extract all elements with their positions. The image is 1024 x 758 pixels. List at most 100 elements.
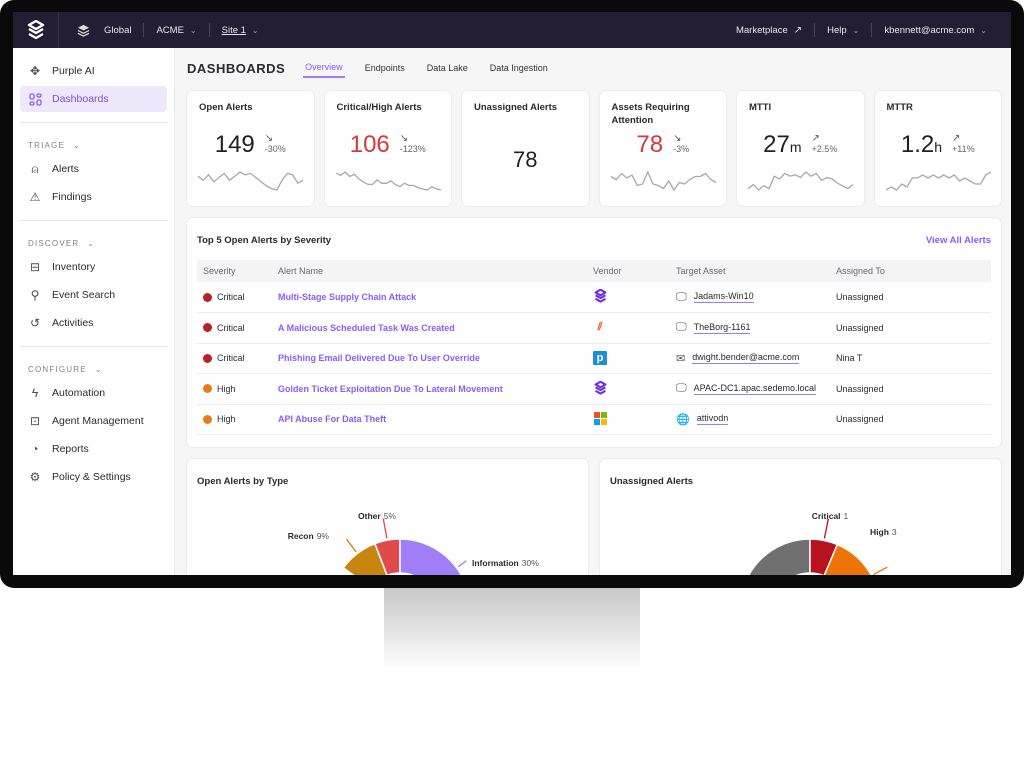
kpi-value-row: 27m ↗ +2.5% xyxy=(749,131,852,159)
help-menu[interactable]: Help ⌄ xyxy=(815,25,871,36)
assigned-to-cell: Unassigned xyxy=(830,404,991,435)
alert-name-link[interactable]: API Abuse For Data Theft xyxy=(278,414,386,424)
kpi-card[interactable]: MTTR 1.2h ↗ +11% xyxy=(874,91,1001,206)
chevron-down-icon: ⌄ xyxy=(189,25,197,35)
column-header[interactable]: Vendor xyxy=(587,260,670,282)
arrow-down-right-icon: ↘ xyxy=(399,133,409,144)
app-logo[interactable] xyxy=(13,12,59,48)
account-selector[interactable]: ACME ⌄ xyxy=(144,25,208,36)
asset: 🌐 attivodn xyxy=(676,413,824,426)
chevron-down-icon: ⌄ xyxy=(94,365,103,374)
alert-name-link[interactable]: A Malicious Scheduled Task Was Created xyxy=(278,323,455,333)
main-content: DASHBOARDS Overview Endpoints Data Lake … xyxy=(187,48,1001,575)
section-discover[interactable]: DISCOVER ⌄ xyxy=(20,231,167,254)
alert-name-link[interactable]: Multi-Stage Supply Chain Attack xyxy=(278,292,416,302)
asset: 🖵 TheBorg-1161 xyxy=(676,321,824,334)
sidebar: ✥ Purple AI Dashboards TRIAGE ⌄ ⍝ Alerts ⚠… xyxy=(13,48,175,575)
kpi-card[interactable]: MTTI 27m ↗ +2.5% xyxy=(737,91,864,206)
sparkline-path xyxy=(747,171,854,191)
sidebar-item-purple-ai[interactable]: ✥ Purple AI xyxy=(20,58,167,84)
asset: 🖵 APAC-DC1.apac.sedemo.local xyxy=(676,382,824,395)
tab-data-ingestion[interactable]: Data Ingestion xyxy=(488,59,550,77)
slice-label-value: 30% xyxy=(522,558,539,568)
kpi-delta-value: +2.5% xyxy=(811,144,838,154)
kpi-delta-value: -123% xyxy=(399,144,426,154)
history-icon: ↺ xyxy=(29,316,41,330)
assigned-to-cell: Unassigned xyxy=(830,282,991,313)
severity: High xyxy=(203,414,266,424)
asset-link[interactable]: TheBorg-1161 xyxy=(693,322,751,334)
kpi-delta-value: -30% xyxy=(264,144,286,154)
marketplace-link[interactable]: Marketplace ↗ xyxy=(724,25,814,36)
kpi-number: 1.2 xyxy=(900,131,935,158)
column-header[interactable]: Severity xyxy=(197,260,272,282)
view-all-alerts-link[interactable]: View All Alerts xyxy=(926,235,991,246)
sparkline xyxy=(335,171,441,191)
leader-line xyxy=(823,518,829,539)
arrow-up-right-icon: ↗ xyxy=(811,133,820,144)
sidebar-item-reports[interactable]: ◔ Reports xyxy=(20,436,167,462)
tab-endpoints[interactable]: Endpoints xyxy=(363,59,407,77)
site-selector[interactable]: Site 1 ⌄ xyxy=(210,25,271,36)
leader-line xyxy=(382,518,388,539)
sidebar-item-dashboards[interactable]: Dashboards xyxy=(20,86,167,112)
donut-slice[interactable] xyxy=(740,538,811,575)
arrow-down-right-icon: ↘ xyxy=(673,133,682,144)
sparkline-path xyxy=(335,171,441,191)
table-row[interactable]: Critical A Malicious Scheduled Task Was C… xyxy=(197,312,991,344)
lightning-icon: ϟ xyxy=(31,386,39,400)
sidebar-item-inventory[interactable]: ⊟ Inventory xyxy=(20,254,167,280)
slice-label-value: 9% xyxy=(317,531,330,541)
screen: Global ACME ⌄ Site 1 ⌄ Marketplace ↗ Hel… xyxy=(13,12,1011,575)
kpi-card[interactable]: Unassigned Alerts 78 xyxy=(462,91,589,206)
sidebar-item-activities[interactable]: ↺ Activities xyxy=(20,310,167,336)
table-row[interactable]: High Golden Ticket Exploitation Due To La… xyxy=(197,373,991,405)
slice-label-value: 5% xyxy=(384,511,397,521)
asset-link[interactable]: APAC-DC1.apac.sedemo.local xyxy=(693,383,816,395)
devices-icon: ⊟ xyxy=(29,260,41,274)
agent-icon: ⊡ xyxy=(29,414,41,428)
alert-name-link[interactable]: Phishing Email Delivered Due To User Ove… xyxy=(278,353,480,363)
kpi-card[interactable]: Critical/High Alerts 106 ↘ -123% xyxy=(324,91,451,206)
sidebar-item-alerts[interactable]: ⍝ Alerts xyxy=(20,156,167,182)
table-row[interactable]: Critical Multi-Stage Supply Chain Attack 🖵… xyxy=(197,282,991,313)
asset-link[interactable]: dwight.bender@acme.com xyxy=(692,352,800,365)
sidebar-item-event-search[interactable]: ⚲ Event Search xyxy=(20,282,167,308)
sidebar-item-automation[interactable]: ϟ Automation xyxy=(20,380,167,406)
target-asset-cell: 🖵 APAC-DC1.apac.sedemo.local xyxy=(670,373,830,405)
donut-slice[interactable] xyxy=(399,538,470,575)
kpi-title: Unassigned Alerts xyxy=(474,102,558,113)
arrow-down-right-icon: ↘ xyxy=(264,133,274,144)
critical-severity-icon xyxy=(203,292,212,302)
top-alerts-panel: Top 5 Open Alerts by Severity View All A… xyxy=(187,218,1001,447)
asset-link[interactable]: attivodn xyxy=(696,413,729,426)
column-header[interactable]: Assigned To xyxy=(830,260,991,282)
asset-link[interactable]: Jadams-Win10 xyxy=(693,291,754,303)
chevron-down-icon: ⌄ xyxy=(251,25,259,35)
sidebar-item-findings[interactable]: ⚠ Findings xyxy=(20,184,167,210)
column-header[interactable]: Alert Name xyxy=(272,260,587,282)
table-row[interactable]: High API Abuse For Data Theft 🌐 attivodn Una… xyxy=(197,404,991,435)
sidebar-item-agent-management[interactable]: ⊡ Agent Management xyxy=(20,408,167,434)
assigned-to-cell: Nina T xyxy=(830,343,991,374)
kpi-card[interactable]: Open Alerts 149 ↘ -30% xyxy=(187,91,314,206)
tab-overview[interactable]: Overview xyxy=(303,58,345,78)
column-header[interactable]: Target Asset xyxy=(670,260,830,282)
kpi-card[interactable]: Assets Requiring Attention 78 ↘ -3% xyxy=(599,91,726,206)
sidebar-item-policy-settings[interactable]: ⚙ Policy & Settings xyxy=(20,464,167,490)
tab-data-lake[interactable]: Data Lake xyxy=(425,59,470,77)
section-configure[interactable]: CONFIGURE ⌄ xyxy=(20,357,167,380)
section-triage[interactable]: TRIAGE ⌄ xyxy=(20,133,167,156)
vendor-cell xyxy=(587,282,670,313)
table-row[interactable]: Critical Phishing Email Delivered Due To … xyxy=(197,343,991,374)
severity: Critical xyxy=(203,353,266,363)
divider xyxy=(20,122,167,123)
scope-selector[interactable]: Global xyxy=(59,24,143,37)
alert-name-link[interactable]: Golden Ticket Exploitation Due To Latera… xyxy=(278,384,503,394)
kpi-value: 27m xyxy=(763,131,801,159)
siren-icon: ⍝ xyxy=(31,161,39,176)
warning-icon: ⚠ xyxy=(29,190,41,204)
section-label: DISCOVER xyxy=(28,239,80,248)
user-menu[interactable]: kbennett@acme.com ⌄ xyxy=(872,25,999,36)
layers-icon xyxy=(77,24,90,37)
